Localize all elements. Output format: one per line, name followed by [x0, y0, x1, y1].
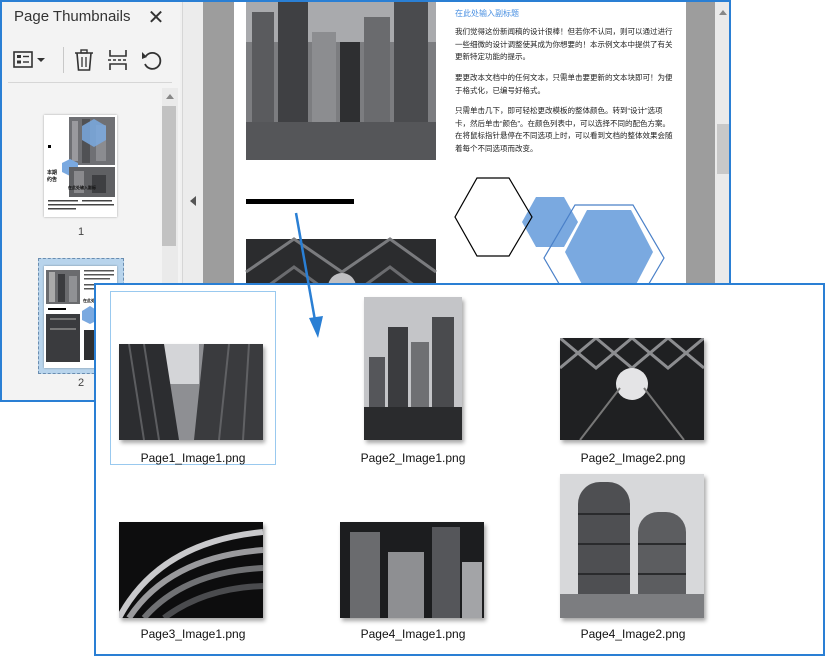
scrollbar-thumb[interactable]	[162, 106, 176, 246]
file-item[interactable]: Page1_Image1.png	[110, 291, 276, 465]
page-number-2: 2	[78, 377, 85, 389]
image-thumbnail	[119, 522, 263, 618]
page-cut-icon[interactable]	[106, 48, 130, 72]
document-paragraph-2: 要更改本文档中的任何文本，只需单击要更新的文本块即可！为便于格式化，已编号好格式…	[455, 73, 673, 95]
file-item[interactable]: Page4_Image2.png	[550, 473, 716, 647]
file-item[interactable]: Page3_Image1.png	[110, 473, 276, 647]
extracted-images-window: Page1_Image1.png Page2_Image1.png Page2_…	[94, 283, 825, 656]
file-name: Page4_Image1.png	[360, 627, 466, 641]
collapse-left-icon[interactable]	[190, 196, 196, 206]
toolbar-divider	[8, 82, 172, 83]
thumbnails-toolbar	[8, 42, 174, 80]
scrollbar-thumb[interactable]	[717, 124, 729, 174]
image-thumbnail	[340, 522, 484, 618]
file-item[interactable]: Page2_Image2.png	[550, 291, 716, 465]
file-name: Page2_Image2.png	[580, 451, 686, 465]
document-paragraph-1: 我们觉得这份新闻稿的设计很棒！但若你不认同，则可以通过进行一些细微的设计调整使其…	[455, 27, 673, 61]
file-item[interactable]: Page2_Image1.png	[330, 291, 496, 465]
image-thumbnail	[119, 344, 263, 440]
document-subtitle: 在此处输入副标题	[455, 9, 519, 18]
close-icon[interactable]: ✕	[146, 5, 166, 30]
image-thumbnail	[560, 474, 704, 618]
file-name: Page4_Image2.png	[580, 627, 686, 641]
file-item[interactable]: Page4_Image1.png	[330, 473, 496, 647]
page-thumbnail-1[interactable]: 本期 约告 在此处输入副标	[44, 115, 117, 217]
scroll-up-icon[interactable]	[166, 94, 174, 99]
image-thumbnail	[560, 338, 704, 440]
scroll-up-icon[interactable]	[719, 10, 727, 15]
file-name: Page1_Image1.png	[140, 451, 246, 465]
page-1-heading-b: 约告	[47, 177, 58, 183]
section-rule	[246, 199, 354, 204]
page-number-1: 1	[78, 226, 85, 238]
page-1-preview	[48, 117, 115, 210]
page-1-caption: 在此处输入副标	[68, 185, 96, 190]
document-paragraph-3: 只需单击几下，即可轻松更改模板的整体颜色。转到“设计”选项卡，然后单击“颜色”。…	[455, 106, 673, 153]
rotate-icon[interactable]	[140, 48, 164, 72]
file-name: Page3_Image1.png	[140, 627, 246, 641]
trash-icon[interactable]	[72, 48, 96, 72]
thumbnail-options-icon[interactable]	[12, 48, 48, 72]
toolbar-separator	[63, 47, 64, 73]
image-thumbnail	[364, 297, 462, 440]
panel-title: Page Thumbnails	[14, 8, 131, 25]
file-name: Page2_Image1.png	[360, 451, 466, 465]
page-1-heading-a: 本期	[47, 170, 58, 176]
